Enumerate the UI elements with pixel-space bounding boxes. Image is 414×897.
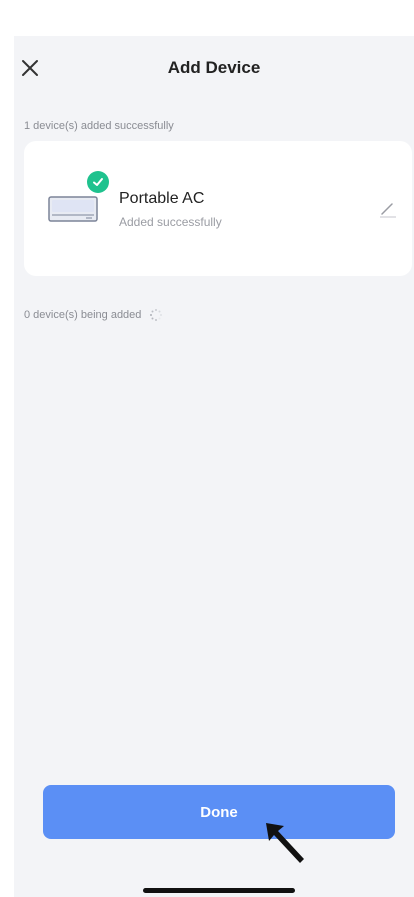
loading-spinner-icon bbox=[150, 309, 163, 321]
air-conditioner-icon bbox=[48, 196, 98, 222]
success-badge bbox=[87, 171, 109, 193]
edit-pencil-icon[interactable] bbox=[378, 199, 398, 219]
pointer-arrow-icon bbox=[266, 823, 304, 863]
done-button[interactable]: Done bbox=[43, 785, 395, 839]
page-title: Add Device bbox=[167, 58, 261, 77]
adding-count-row: 0 device(s) being added bbox=[24, 308, 163, 322]
add-device-screen: Add Device 1 device(s) added successfull… bbox=[14, 36, 414, 897]
added-count-label: 1 device(s) added successfully bbox=[24, 120, 174, 132]
home-indicator bbox=[143, 888, 295, 893]
device-name: Portable AC bbox=[119, 190, 205, 207]
check-icon bbox=[93, 178, 103, 186]
device-card[interactable]: Portable AC Added successfully bbox=[24, 141, 412, 276]
header: Add Device bbox=[14, 36, 414, 102]
adding-count-label: 0 device(s) being added bbox=[24, 309, 142, 321]
device-status: Added successfully bbox=[119, 215, 222, 229]
